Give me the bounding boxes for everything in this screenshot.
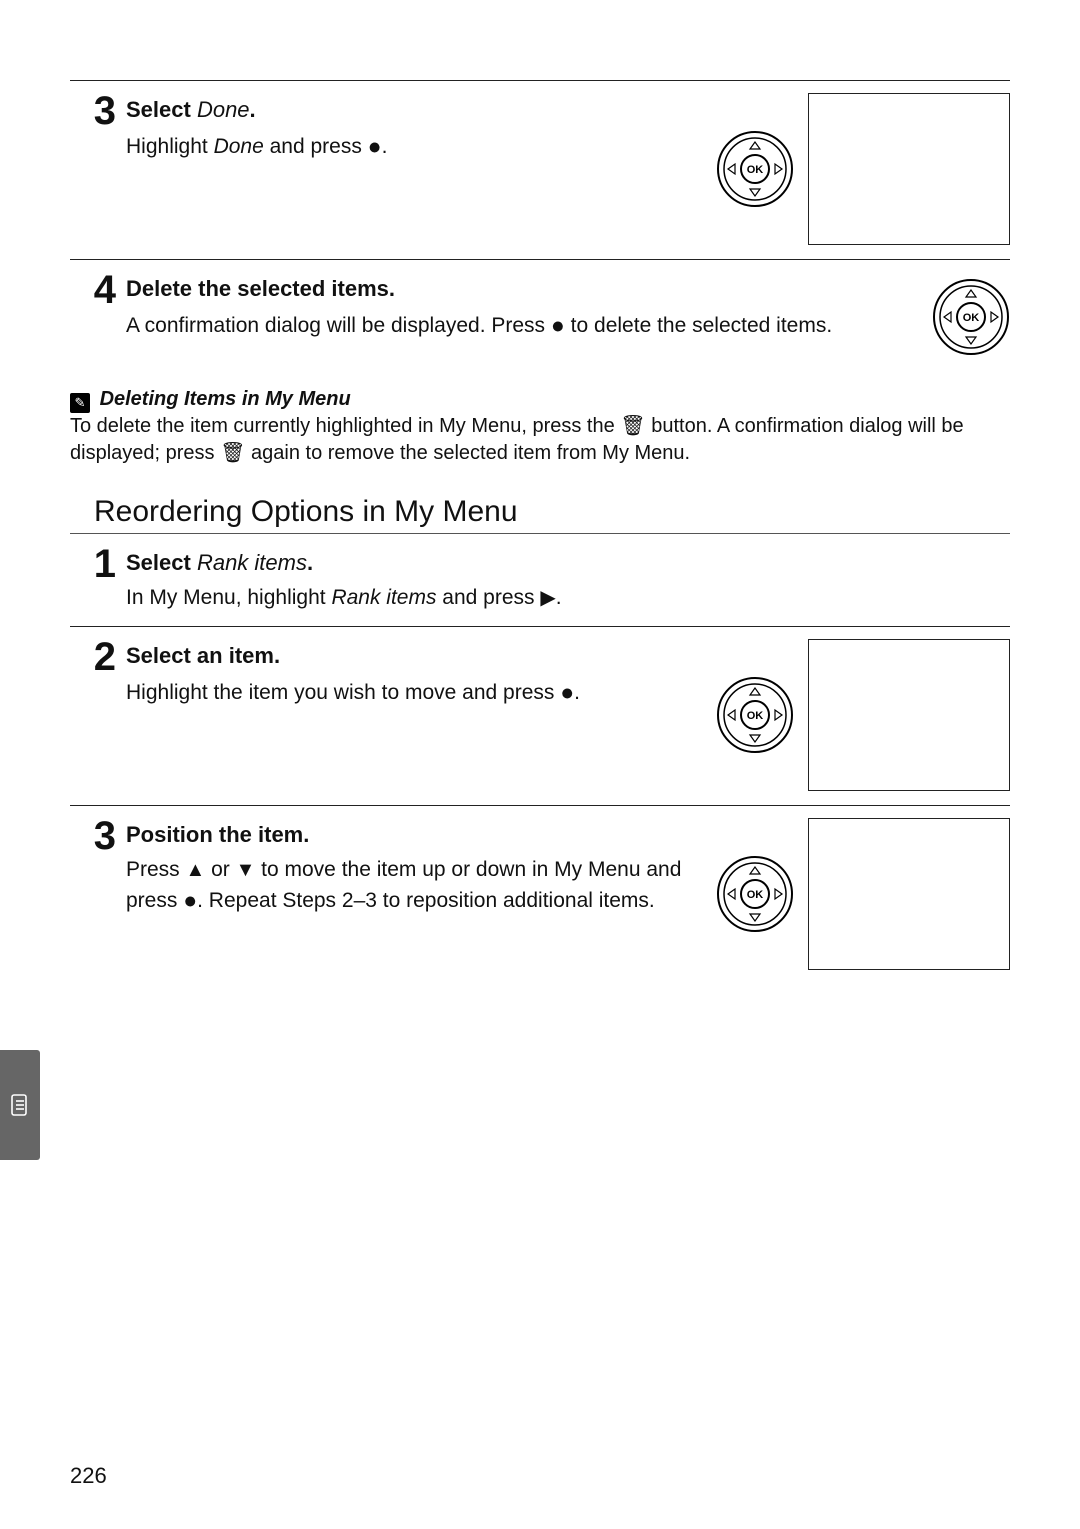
desc-text: and press <box>264 135 368 158</box>
step-body: Position the item. Press ▲ or ▼ to move … <box>126 816 716 916</box>
section-title-reordering: Reordering Options in My Menu <box>94 495 1010 529</box>
title-strong: Select <box>126 97 191 122</box>
dpad-ok-icon: OK <box>716 130 794 208</box>
down-triangle-icon: ▼ <box>236 859 256 881</box>
step-title: Select Done. <box>126 97 716 123</box>
step-1-select-rank-items: 1 Select Rank items. In My Menu, highlig… <box>70 534 1010 626</box>
svg-text:OK: OK <box>963 312 980 324</box>
note-heading-line: ✎ Deleting Items in My Menu <box>70 386 1010 413</box>
dpad-ok-icon: OK <box>716 676 794 754</box>
step-3-position-item: 3 Position the item. Press ▲ or ▼ to mov… <box>70 806 1010 984</box>
step-title: Select an item. <box>126 643 716 669</box>
screen-placeholder <box>808 818 1010 970</box>
step-4-delete-selected: 4 Delete the selected items. A confirmat… <box>70 260 1010 376</box>
step-description: Press ▲ or ▼ to move the item up or down… <box>126 856 716 916</box>
desc-text: Highlight the item you wish to move and … <box>126 681 560 704</box>
title-strong: Select <box>126 550 191 575</box>
step-illustration-group: OK <box>716 637 1010 791</box>
note-heading: Deleting Items in My Menu <box>100 388 351 410</box>
desc-text: Highlight <box>126 135 214 158</box>
desc-text: and press <box>436 586 540 609</box>
ok-dot-icon: ● <box>183 887 197 913</box>
step-number: 3 <box>70 816 126 856</box>
step-2-select-item: 2 Select an item. Highlight the item you… <box>70 627 1010 805</box>
step-description: Highlight Done and press ●. <box>126 131 716 162</box>
trash-icon: 🗑 <box>620 415 645 437</box>
svg-text:OK: OK <box>747 710 764 722</box>
ok-dot-icon: ● <box>368 133 382 159</box>
note-pencil-icon: ✎ <box>70 393 90 413</box>
step-number: 3 <box>70 91 126 131</box>
up-triangle-icon: ▲ <box>186 859 206 881</box>
desc-text: In My Menu, highlight <box>126 586 331 609</box>
screen-placeholder <box>808 639 1010 791</box>
step-body: Select an item. Highlight the item you w… <box>126 637 716 708</box>
step-number: 4 <box>70 270 126 310</box>
title-suffix: . <box>250 97 256 122</box>
desc-text: . <box>382 135 388 158</box>
step-title: Position the item. <box>126 822 716 848</box>
step-number: 2 <box>70 637 126 677</box>
desc-text: . <box>574 681 580 704</box>
ok-dot-icon: ● <box>560 679 574 705</box>
desc-italic: Done <box>214 135 264 158</box>
title-italic: Rank items <box>197 550 307 575</box>
trash-icon: 🗑 <box>220 442 245 464</box>
step-illustration-group: OK <box>932 270 1010 362</box>
step-body: Delete the selected items. A confirmatio… <box>126 270 932 341</box>
note-text: again to remove the selected item from M… <box>245 442 690 464</box>
desc-text: Press <box>126 858 186 881</box>
screen-placeholder <box>808 93 1010 245</box>
step-illustration-group: OK <box>716 816 1010 970</box>
desc-text: A confirmation dialog will be displayed.… <box>126 314 551 337</box>
step-3-select-done: 3 Select Done. Highlight Done and press … <box>70 81 1010 259</box>
step-description: A confirmation dialog will be displayed.… <box>126 310 932 341</box>
desc-text: . Repeat Steps 2–3 to reposition additio… <box>197 889 655 912</box>
manual-page: 3 Select Done. Highlight Done and press … <box>0 0 1080 1529</box>
dpad-ok-label: OK <box>747 164 764 176</box>
side-tab-icon <box>0 1050 40 1160</box>
step-illustration-group: OK <box>716 91 1010 245</box>
step-description: Highlight the item you wish to move and … <box>126 677 716 708</box>
step-body: Select Rank items. In My Menu, highlight… <box>126 544 1010 612</box>
desc-text: to delete the selected items. <box>565 314 832 337</box>
desc-text: . <box>556 586 562 609</box>
title-suffix: . <box>307 550 313 575</box>
step-number: 1 <box>70 544 126 584</box>
desc-italic: Rank items <box>331 586 436 609</box>
dpad-ok-icon: OK <box>932 278 1010 356</box>
step-description: In My Menu, highlight Rank items and pre… <box>126 584 1010 612</box>
note-text: To delete the item currently highlighted… <box>70 415 620 437</box>
page-number: 226 <box>70 1463 107 1489</box>
dpad-ok-icon: OK <box>716 855 794 933</box>
svg-text:OK: OK <box>747 889 764 901</box>
ok-dot-icon: ● <box>551 312 565 338</box>
title-italic: Done <box>197 97 250 122</box>
step-body: Select Done. Highlight Done and press ●. <box>126 91 716 162</box>
note-deleting-items: ✎ Deleting Items in My Menu To delete th… <box>70 376 1010 473</box>
right-triangle-icon: ▶ <box>540 587 555 609</box>
note-body: To delete the item currently highlighted… <box>70 413 1010 467</box>
desc-text: or <box>205 858 235 881</box>
step-title: Select Rank items. <box>126 550 1010 576</box>
step-title: Delete the selected items. <box>126 276 932 302</box>
